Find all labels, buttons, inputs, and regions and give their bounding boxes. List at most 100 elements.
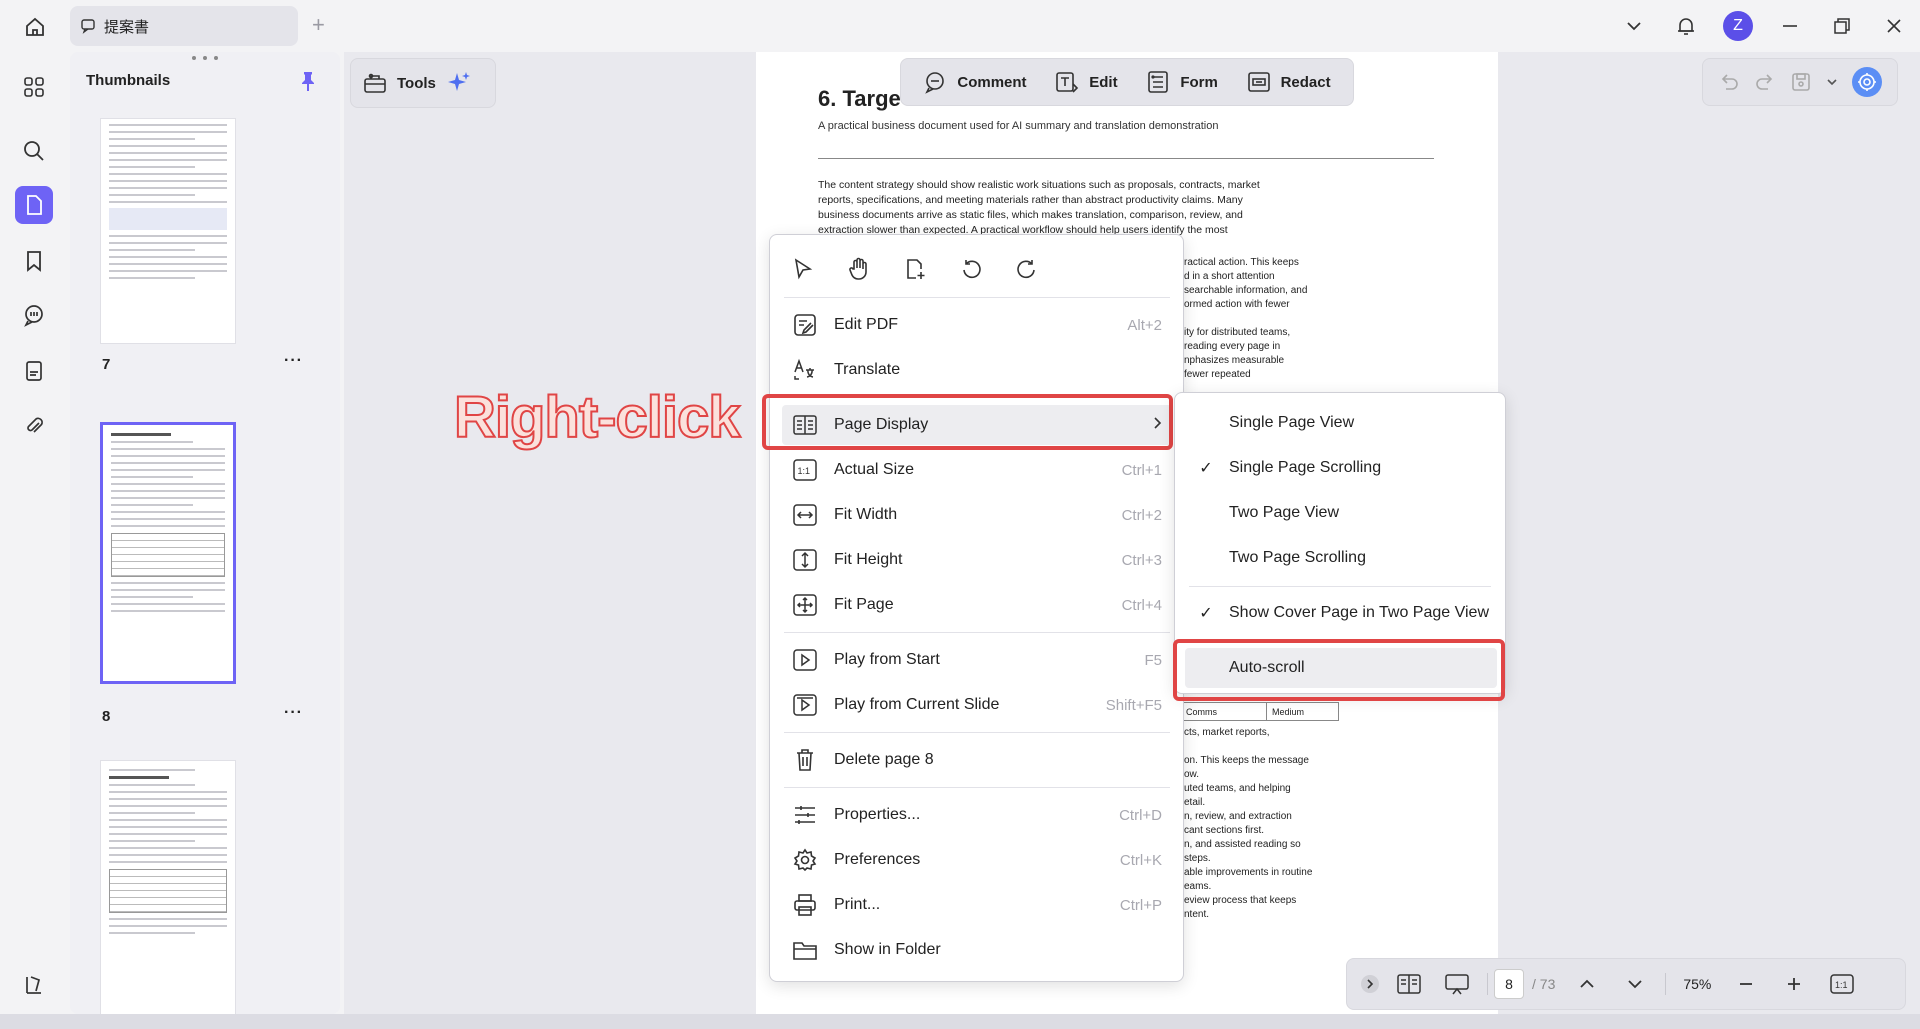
tools-button[interactable]: Tools xyxy=(350,58,496,108)
rail-bookmarks-button[interactable] xyxy=(15,242,53,280)
menu-item-print[interactable]: Print... Ctrl+P xyxy=(782,885,1172,925)
save-icon[interactable] xyxy=(1790,71,1812,93)
thumbnail-page-7[interactable] xyxy=(100,118,236,344)
rotate-left-icon xyxy=(963,260,981,279)
thumbnail-page-number: 7 xyxy=(102,356,111,373)
redo-icon[interactable] xyxy=(1754,71,1776,93)
thumbnail-page-9[interactable] xyxy=(100,760,236,1014)
tab-list-button[interactable] xyxy=(1608,17,1660,35)
menu-item-fit-height[interactable]: Fit Height Ctrl+3 xyxy=(782,540,1172,580)
previous-page-button[interactable] xyxy=(1563,975,1611,993)
ai-assistant-button[interactable] xyxy=(1852,67,1882,97)
avatar: Z xyxy=(1723,11,1753,41)
submenu-item-two-page-view[interactable]: Two Page View xyxy=(1185,493,1497,533)
chevron-down-icon[interactable] xyxy=(1826,76,1838,88)
paperclip-icon xyxy=(27,417,43,433)
menu-item-preferences[interactable]: Preferences Ctrl+K xyxy=(782,840,1172,880)
menu-item-properties[interactable]: Properties... Ctrl+D xyxy=(782,795,1172,835)
submenu-item-label: Single Page View xyxy=(1229,414,1355,431)
submenu-item-label: Two Page View xyxy=(1229,504,1339,521)
zoom-level[interactable]: 75% xyxy=(1672,976,1722,992)
account-button[interactable]: Z xyxy=(1712,11,1764,41)
minimize-button[interactable] xyxy=(1764,17,1816,35)
zoom-in-button[interactable] xyxy=(1770,975,1818,993)
panel-drag-handle[interactable] xyxy=(192,56,218,62)
menu-item-edit-pdf[interactable]: Edit PDF Alt+2 xyxy=(782,305,1172,345)
document-tab-title: 提案書 xyxy=(104,18,150,36)
actual-size-button[interactable]: 1:1 xyxy=(1818,974,1866,994)
check-mark-icon: ✓ xyxy=(1199,460,1213,477)
rail-thumbnails-button[interactable] xyxy=(15,186,53,224)
rotate-left-button[interactable] xyxy=(950,251,992,287)
menu-item-play-from-start[interactable]: Play from Start F5 xyxy=(782,640,1172,680)
menu-item-label: Play from Current Slide xyxy=(834,696,1000,713)
select-tool-button[interactable] xyxy=(782,251,824,287)
insert-page-button[interactable] xyxy=(894,251,936,287)
rail-apps-button[interactable] xyxy=(15,68,53,106)
thumbnail-more-button[interactable]: ··· xyxy=(284,352,303,370)
menu-separator xyxy=(784,732,1170,733)
close-window-button[interactable] xyxy=(1868,17,1920,35)
zoom-out-button[interactable] xyxy=(1722,975,1770,993)
rail-attachments-list-button[interactable] xyxy=(15,352,53,390)
submenu-item-single-page-scrolling[interactable]: ✓ Single Page Scrolling xyxy=(1185,448,1497,488)
sliders-icon xyxy=(790,800,820,830)
submenu-item-show-cover-page[interactable]: ✓ Show Cover Page in Two Page View xyxy=(1185,593,1497,633)
menu-item-translate[interactable]: Translate xyxy=(782,350,1172,390)
ai-sparkle-icon[interactable] xyxy=(446,70,472,96)
document-tab[interactable]: 提案書 xyxy=(70,6,298,46)
hand-tool-button[interactable] xyxy=(838,251,880,287)
menu-item-delete-page[interactable]: Delete page 8 xyxy=(782,740,1172,780)
menu-item-fit-width[interactable]: Fit Width Ctrl+2 xyxy=(782,495,1172,535)
thumbnail-more-button[interactable]: ··· xyxy=(284,704,303,722)
body-text-fragment: cts, market reports, on. This keeps the … xyxy=(1184,727,1313,920)
rail-comments-button[interactable] xyxy=(15,296,53,334)
chevron-right-circle-icon xyxy=(1361,975,1379,993)
divider xyxy=(1665,973,1667,995)
form-mode-button[interactable]: Form xyxy=(1146,70,1218,94)
book-icon xyxy=(26,976,41,994)
rotate-right-button[interactable] xyxy=(1006,251,1048,287)
menu-item-shortcut: Shift+F5 xyxy=(1105,696,1162,714)
add-page-icon xyxy=(907,259,925,279)
menu-item-shortcut: Ctrl+P xyxy=(1119,896,1162,914)
rail-attachment-button[interactable] xyxy=(15,407,53,445)
presentation-button[interactable] xyxy=(1433,973,1481,995)
current-page-input[interactable]: 8 xyxy=(1494,969,1524,999)
redact-mode-button[interactable]: Redact xyxy=(1247,70,1331,94)
menu-item-show-in-folder[interactable]: Show in Folder xyxy=(782,930,1172,970)
search-icon xyxy=(24,141,44,161)
comment-mode-button[interactable]: Comment xyxy=(923,70,1027,94)
home-button[interactable] xyxy=(18,12,52,42)
context-menu-quick-tools xyxy=(782,251,1162,287)
menu-item-play-from-current[interactable]: Play from Current Slide Shift+F5 xyxy=(782,685,1172,725)
notifications-button[interactable] xyxy=(1660,15,1712,37)
fit-width-icon xyxy=(790,500,820,530)
thumbnail-page-8[interactable] xyxy=(100,422,236,684)
submenu-item-two-page-scrolling[interactable]: Two Page Scrolling xyxy=(1185,538,1497,578)
rail-search-button[interactable] xyxy=(15,132,53,170)
undo-icon[interactable] xyxy=(1718,71,1740,93)
chevron-down-icon xyxy=(1628,980,1642,989)
cursor-icon xyxy=(794,258,813,280)
new-tab-button[interactable]: + xyxy=(312,14,325,36)
play-current-icon xyxy=(790,690,820,720)
comment-icon xyxy=(925,72,945,94)
next-page-button[interactable] xyxy=(1611,975,1659,993)
menu-item-actual-size[interactable]: 1:1 Actual Size Ctrl+1 xyxy=(782,450,1172,490)
menu-item-fit-page[interactable]: Fit Page Ctrl+4 xyxy=(782,585,1172,625)
menu-item-shortcut: Ctrl+2 xyxy=(1121,506,1162,524)
actual-size-icon: 1:1 xyxy=(1830,974,1855,994)
grid-icon xyxy=(24,77,44,97)
menu-item-label: Play from Start xyxy=(834,651,940,668)
restore-button[interactable] xyxy=(1816,17,1868,35)
edit-mode-button[interactable]: Edit xyxy=(1055,70,1118,94)
page-display-button[interactable] xyxy=(1385,974,1433,994)
collapse-bar-button[interactable] xyxy=(1355,974,1385,994)
form-icon xyxy=(1148,71,1169,93)
rail-library-button[interactable] xyxy=(15,966,53,1004)
fit-page-icon xyxy=(790,590,820,620)
pin-panel-button[interactable] xyxy=(298,70,318,97)
panel-title: Thumbnails xyxy=(86,72,171,89)
submenu-item-single-page-view[interactable]: Single Page View xyxy=(1185,403,1497,443)
